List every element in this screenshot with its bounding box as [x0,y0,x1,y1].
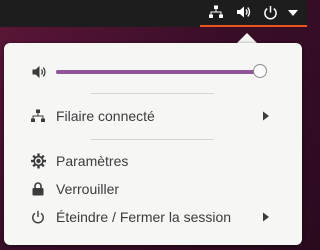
volume-slider[interactable] [56,70,265,74]
volume-slider-fill [56,70,261,74]
lock-icon [32,182,44,196]
lock-label: Verrouiller [56,181,120,197]
power-icon [32,210,44,224]
settings-item[interactable]: Paramètres [4,148,302,174]
submenu-arrow-icon [263,111,269,121]
system-tray[interactable] [200,0,307,27]
system-menu: Filaire connecté Paramètres Verrouiller … [4,43,302,245]
power-item[interactable]: Éteindre / Fermer la session [4,204,302,230]
volume-slider-handle[interactable] [252,64,267,78]
gear-icon [31,153,46,169]
network-wired-icon [31,109,45,122]
volume-icon [32,66,46,78]
submenu-arrow-icon [263,212,269,222]
power-label: Éteindre / Fermer la session [56,209,232,225]
active-indicator [200,25,307,27]
dropdown-arrow-icon[interactable] [288,10,298,16]
power-icon[interactable] [263,5,278,20]
volume-icon[interactable] [236,5,252,19]
lock-item[interactable]: Verrouiller [4,176,302,202]
settings-label: Paramètres [56,153,129,169]
network-label: Filaire connecté [56,108,155,124]
separator [91,93,214,94]
network-wired-icon[interactable] [209,5,223,19]
separator [91,139,214,140]
network-item[interactable]: Filaire connecté [4,103,302,129]
top-bar [0,0,307,27]
